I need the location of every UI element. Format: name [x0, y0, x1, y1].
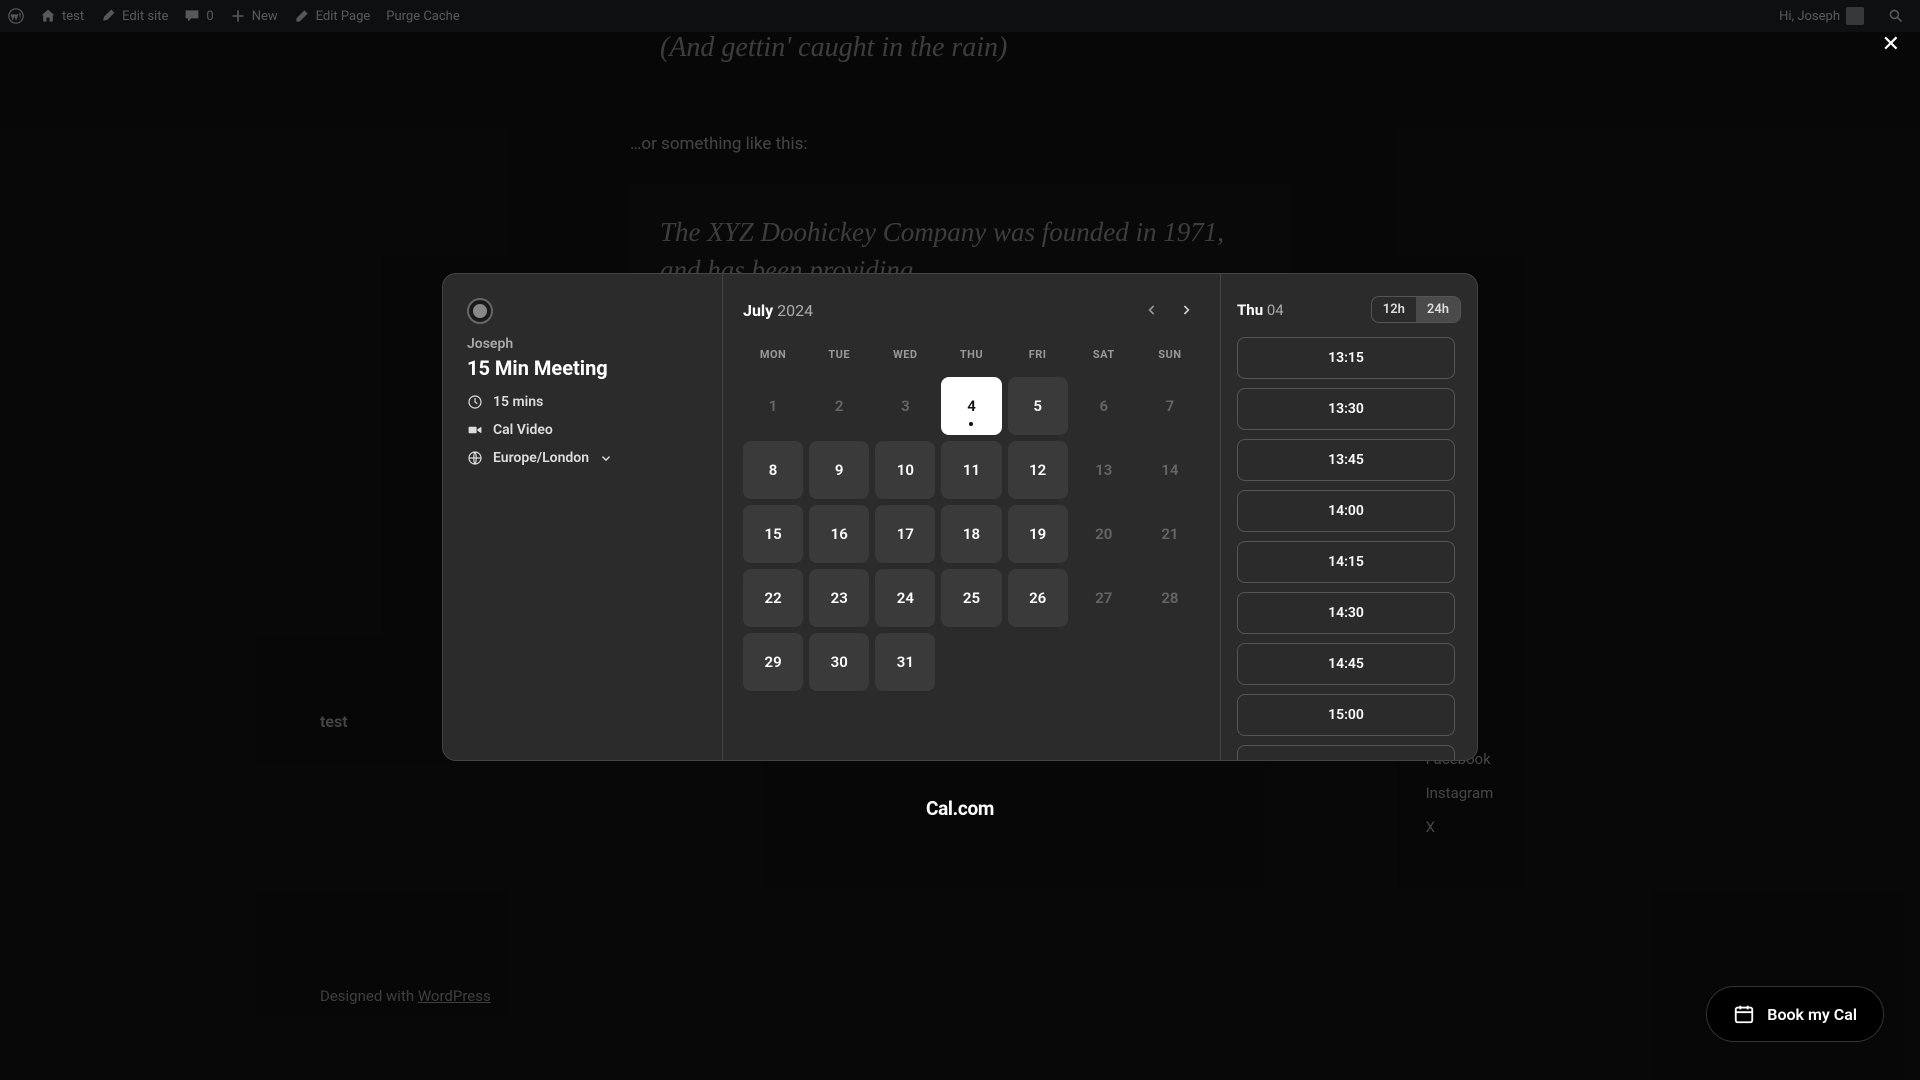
calendar-day[interactable]: 31	[875, 633, 935, 691]
clock-icon	[467, 394, 483, 410]
timeslot-panel: Thu 04 12h 24h 13:15 13:30 13:45 14:00 14:15…	[1221, 274, 1477, 760]
next-month-button[interactable]	[1172, 296, 1200, 324]
timeslot-button[interactable]: 13:30	[1237, 388, 1455, 430]
calendar-day[interactable]: 9	[809, 441, 869, 499]
calendar-day[interactable]: 25	[941, 569, 1001, 627]
calendar-day: 13	[1074, 441, 1134, 499]
close-button[interactable]: ✕	[1882, 32, 1900, 57]
duration-label: 15 mins	[493, 394, 543, 410]
calendar-day: 21	[1140, 505, 1200, 563]
calendar-dow: WED	[875, 342, 935, 371]
calendar-day[interactable]: 12	[1008, 441, 1068, 499]
timeslot-button[interactable]: 13:15	[1237, 337, 1455, 379]
selected-date-label: Thu 04	[1237, 301, 1284, 319]
timeslot-button[interactable]: 15:15	[1237, 745, 1455, 760]
calendar-day[interactable]: 8	[743, 441, 803, 499]
calendar-dow: FRI	[1008, 342, 1068, 371]
location-label: Cal Video	[493, 422, 553, 438]
calendar-icon	[1733, 1003, 1755, 1025]
calendar-day: 2	[809, 377, 869, 435]
timeslot-button[interactable]: 14:45	[1237, 643, 1455, 685]
timeslot-button[interactable]: 14:00	[1237, 490, 1455, 532]
calendar-day[interactable]: 10	[875, 441, 935, 499]
location-row: Cal Video	[467, 422, 698, 438]
calendar-dow: THU	[941, 342, 1001, 371]
calendar-day[interactable]: 5	[1008, 377, 1068, 435]
book-my-cal-button[interactable]: Book my Cal	[1706, 986, 1884, 1042]
timeslot-button[interactable]: 14:30	[1237, 592, 1455, 634]
calendar-day[interactable]: 24	[875, 569, 935, 627]
chevron-down-icon	[599, 451, 613, 465]
calendar-day[interactable]: 16	[809, 505, 869, 563]
timeslot-button[interactable]: 13:45	[1237, 439, 1455, 481]
host-name: Joseph	[467, 336, 698, 352]
timezone-label: Europe/London	[493, 450, 589, 466]
calendar-day: 27	[1074, 569, 1134, 627]
host-avatar	[467, 298, 493, 324]
calendar-day[interactable]: 11	[941, 441, 1001, 499]
calendar-day[interactable]: 15	[743, 505, 803, 563]
calendar-day[interactable]: 29	[743, 633, 803, 691]
booking-info-panel: Joseph 15 Min Meeting 15 mins Cal Video …	[443, 274, 723, 760]
calendar-day[interactable]: 23	[809, 569, 869, 627]
calendar-day[interactable]: 17	[875, 505, 935, 563]
timeslot-button[interactable]: 14:15	[1237, 541, 1455, 583]
calendar-day[interactable]: 4	[941, 377, 1001, 435]
time-format-toggle: 12h 24h	[1371, 296, 1461, 323]
calendar-day: 7	[1140, 377, 1200, 435]
cal-com-logo[interactable]: Cal.com	[926, 797, 994, 820]
globe-icon	[467, 450, 483, 466]
timeslot-button[interactable]: 15:00	[1237, 694, 1455, 736]
calendar-grid: MONTUEWEDTHUFRISATSUN1234567891011121314…	[743, 342, 1200, 691]
calendar-day[interactable]: 18	[941, 505, 1001, 563]
calendar-dow: MON	[743, 342, 803, 371]
calendar-day[interactable]: 22	[743, 569, 803, 627]
video-icon	[467, 422, 483, 438]
calendar-panel: July 2024 MONTUEWEDTHUFRISATSUN123456789…	[723, 274, 1221, 760]
calendar-day: 14	[1140, 441, 1200, 499]
format-12h-button[interactable]: 12h	[1372, 297, 1416, 322]
calendar-day: 20	[1074, 505, 1134, 563]
format-24h-button[interactable]: 24h	[1416, 297, 1460, 322]
calendar-day: 3	[875, 377, 935, 435]
timeslot-list[interactable]: 13:15 13:30 13:45 14:00 14:15 14:30 14:45 15:00…	[1237, 337, 1461, 760]
calendar-month-label: July 2024	[743, 301, 813, 320]
calendar-dow: SUN	[1140, 342, 1200, 371]
timezone-selector[interactable]: Europe/London	[467, 450, 698, 466]
calendar-day[interactable]: 19	[1008, 505, 1068, 563]
booking-modal: Joseph 15 Min Meeting 15 mins Cal Video …	[442, 273, 1478, 761]
duration-row: 15 mins	[467, 394, 698, 410]
meeting-title: 15 Min Meeting	[467, 356, 698, 380]
calendar-day: 6	[1074, 377, 1134, 435]
calendar-dow: TUE	[809, 342, 869, 371]
prev-month-button[interactable]	[1138, 296, 1166, 324]
calendar-day: 28	[1140, 569, 1200, 627]
calendar-day: 1	[743, 377, 803, 435]
calendar-dow: SAT	[1074, 342, 1134, 371]
calendar-day[interactable]: 30	[809, 633, 869, 691]
fab-label: Book my Cal	[1767, 1005, 1857, 1024]
calendar-day[interactable]: 26	[1008, 569, 1068, 627]
